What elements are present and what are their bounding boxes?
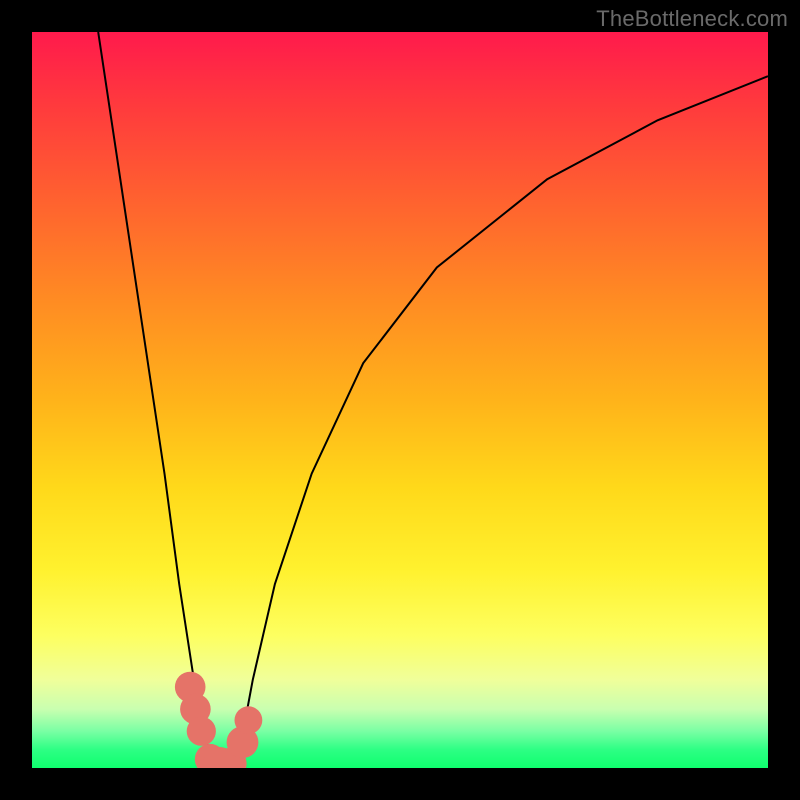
- marker-dot: [187, 717, 216, 746]
- marker-dot: [235, 706, 263, 734]
- watermark-text: TheBottleneck.com: [596, 6, 788, 32]
- bottleneck-curve: [98, 32, 768, 768]
- outer-frame: TheBottleneck.com: [0, 0, 800, 800]
- curve-svg: [32, 32, 768, 768]
- curve-markers: [175, 672, 262, 768]
- plot-area: [32, 32, 768, 768]
